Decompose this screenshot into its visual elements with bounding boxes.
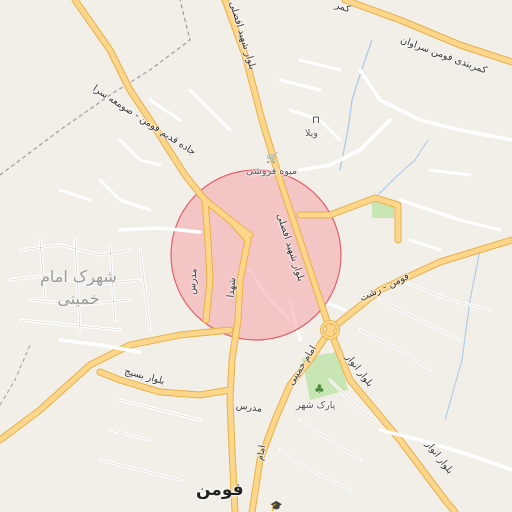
admin-boundary — [0, 344, 31, 406]
district-label-line2: خمینی — [57, 289, 100, 308]
tree-icon[interactable]: ♣ — [314, 383, 325, 395]
poi-park[interactable]: پارک شهر — [296, 400, 335, 411]
school-icon[interactable]: 🎓 — [270, 502, 282, 512]
shop-icon[interactable]: 🛒 — [266, 154, 278, 164]
river — [377, 139, 429, 196]
map-view[interactable]: کمربندی فومن سراوان کمر بلوار شهید افضلی… — [0, 0, 512, 512]
road-label-shoara: شهدا — [225, 276, 239, 299]
highlight-area — [170, 169, 342, 341]
poi-fruit-shop[interactable]: میوه فروشی — [246, 166, 297, 177]
lodging-icon[interactable]: ⊓ — [312, 116, 320, 126]
city-label[interactable]: فومن — [196, 480, 244, 500]
road-label-modarres: مدرس — [186, 268, 200, 295]
district-label: شهرک امام خمینی — [40, 266, 117, 310]
map-canvas — [0, 0, 512, 512]
district-label-line1: شهرک امام — [40, 267, 117, 286]
poi-villa[interactable]: ویلا — [305, 128, 318, 139]
